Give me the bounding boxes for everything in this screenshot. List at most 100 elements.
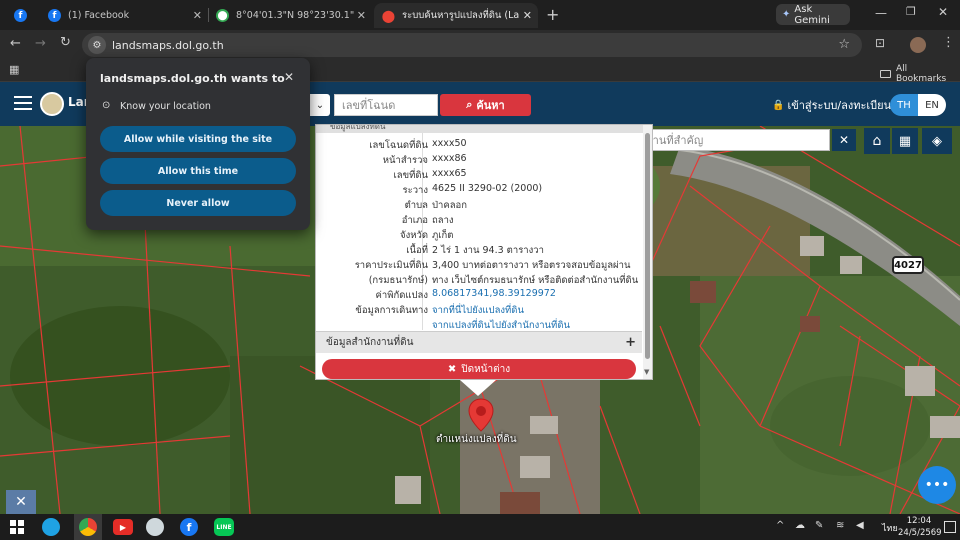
taskbar-chrome-active[interactable] [74, 514, 102, 540]
row-value: 4625 II 3290-02 (2000) [432, 183, 543, 194]
never-allow-button[interactable]: Never allow [100, 190, 296, 216]
notification-icon[interactable] [944, 521, 956, 533]
allow-while-visiting-label: Allow while visiting the site [123, 133, 273, 145]
location-pin-icon[interactable] [468, 398, 494, 432]
close-icon[interactable]: ✕ [284, 70, 294, 84]
apps-grid-icon[interactable]: ▦ [9, 63, 19, 76]
allow-while-visiting-button[interactable]: Allow while visiting the site [100, 126, 296, 152]
address-bar[interactable]: ⚙ landsmaps.dol.go.th ☆ [82, 33, 862, 57]
wifi-icon[interactable]: ≋ [836, 520, 844, 531]
lock-icon: 🔒 [772, 99, 785, 111]
close-tab-icon[interactable]: ✕ [523, 9, 532, 22]
row-value: ภูเก็ต [432, 230, 454, 241]
lang-en-button[interactable]: EN [918, 94, 946, 116]
new-tab-icon[interactable]: + [546, 5, 559, 24]
chat-button[interactable]: ••• [918, 466, 956, 504]
cloud-icon[interactable]: ☁ [795, 520, 805, 531]
row-label: อำเภอ [401, 215, 428, 226]
bookmark-star-icon[interactable]: ☆ [838, 37, 850, 52]
close-window-icon[interactable]: ✕ [938, 5, 948, 19]
search-button-label: ค้นหา [476, 99, 505, 112]
restore-icon[interactable]: ❐ [906, 5, 916, 18]
row-link[interactable]: 8.06817341,98.39129972 [432, 288, 556, 299]
forward-icon[interactable]: → [35, 36, 46, 51]
search-type-dropdown[interactable]: ⌄ [310, 94, 330, 116]
close-tab-icon[interactable]: ✕ [357, 9, 366, 22]
minimize-icon[interactable]: — [875, 6, 887, 20]
parcel-detail-row: อำเภอ ถลาง [316, 213, 642, 227]
tab-google-maps[interactable]: ⬤ 8°04'01.3"N 98°23'30.1"E - Goo ✕ [208, 3, 372, 28]
facebook-icon[interactable]: f [180, 518, 198, 536]
pen-icon[interactable]: ✎ [815, 520, 823, 531]
tab-facebook[interactable]: f (1) Facebook ✕ [40, 3, 208, 28]
location-permission-popup: landsmaps.dol.go.th wants to ✕ ⊙ Know yo… [86, 58, 310, 230]
back-icon[interactable]: ← [10, 36, 21, 51]
search-button[interactable]: ⌕ ค้นหา [440, 94, 531, 116]
allow-this-time-button[interactable]: Allow this time [100, 158, 296, 184]
profile-avatar[interactable] [910, 37, 926, 53]
browser-toolbar: ← → ↻ ⚙ landsmaps.dol.go.th ☆ ⊡ ⋮ [0, 30, 960, 60]
clear-search-button[interactable]: ✕ [832, 129, 856, 151]
expand-plus-icon[interactable]: + [625, 335, 636, 350]
grid-overlay-icon[interactable]: ▦ [892, 128, 918, 154]
layers-icon[interactable]: ◈ [922, 128, 952, 154]
parcel-detail-row: ตำบล ป่าคลอก [316, 198, 642, 212]
facebook-icon: f [14, 9, 27, 22]
youtube-icon[interactable]: ▶ [113, 519, 133, 535]
deed-number-input[interactable]: เลขที่โฉนด [334, 94, 438, 116]
edge-icon[interactable] [42, 518, 60, 536]
input-language[interactable]: ไทย [882, 521, 898, 535]
site-info-icon[interactable]: ⚙ [88, 36, 106, 54]
permission-title: landsmaps.dol.go.th wants to [100, 72, 285, 85]
row-value: xxxx50 [432, 138, 467, 149]
windows-start-icon[interactable] [10, 520, 24, 534]
lang-th-button[interactable]: TH [890, 94, 918, 116]
all-bookmarks-button[interactable]: All Bookmarks [880, 64, 960, 84]
app-icon[interactable] [146, 518, 164, 536]
scroll-down-icon[interactable]: ▼ [644, 368, 649, 376]
google-lens-icon[interactable]: ⊡ [875, 36, 885, 50]
tab-landsmaps[interactable]: ⬤ ระบบค้นหารูปแปลงที่ดิน (LandsMap ✕ [374, 3, 538, 28]
chrome-icon [79, 518, 97, 536]
row-label: หน้าสำรวจ [382, 155, 428, 166]
row-value: xxxx86 [432, 153, 467, 164]
reload-icon[interactable]: ↻ [60, 35, 71, 50]
ask-gemini-label: Ask Gemini [794, 3, 830, 26]
row-link[interactable]: จากที่นี่ไปยังแปลงที่ดิน [432, 303, 524, 318]
parcel-detail-row: ค่าพิกัดแปลง 8.06817341,98.39129972 [316, 288, 642, 302]
tab-title: ระบบค้นหารูปแปลงที่ดิน (LandsMap [402, 10, 520, 21]
line-icon[interactable]: LINE [214, 518, 234, 536]
login-link[interactable]: 🔒 เข้าสู่ระบบ/ลงทะเบียน [772, 96, 891, 114]
row-label: ข้อมูลการเดินทาง [355, 305, 428, 316]
row-label: จังหวัด [400, 230, 428, 241]
ask-gemini-button[interactable]: ✦ Ask Gemini [776, 3, 850, 26]
row-label: ตำบล [404, 200, 428, 211]
facebook-icon: f [48, 9, 61, 22]
clock-time[interactable]: 12:04 [904, 516, 934, 526]
row-label: เลขโฉนดที่ดิน [369, 140, 428, 151]
dol-logo [40, 92, 64, 116]
volume-icon[interactable]: ◀ [856, 520, 864, 531]
scrollbar-thumb[interactable] [645, 133, 650, 359]
clock-date[interactable]: 24/5/2569 [898, 528, 942, 538]
close-icon: ✖ [447, 363, 457, 375]
parcel-detail-row: ระวาง 4625 II 3290-02 (2000) [316, 183, 642, 197]
tray-chevron-icon[interactable]: ^ [776, 520, 784, 531]
row-value: ป่าคลอก [432, 200, 467, 211]
deed-number-placeholder: เลขที่โฉนด [342, 99, 396, 112]
home-icon[interactable]: ⌂ [864, 128, 890, 154]
panel-scrollbar[interactable]: ▼ [643, 125, 652, 379]
close-window-button[interactable]: ✖ ปิดหน้าต่าง [322, 359, 636, 379]
row-value: 2 ไร่ 1 งาน 94.3 ตารางวา [432, 245, 544, 256]
parcel-detail-row: หน้าสำรวจ xxxx86 [316, 153, 642, 167]
row-label: เนื้อที่ [406, 245, 428, 256]
tab-pinned-facebook[interactable]: f [6, 3, 40, 28]
land-office-section[interactable]: ข้อมูลสำนักงานที่ดิน + [316, 331, 642, 353]
menu-dots-icon[interactable]: ⋮ [942, 35, 955, 50]
measure-tool-icon[interactable]: ✕ [6, 490, 36, 514]
url-text: landsmaps.dol.go.th [112, 38, 224, 52]
tab-title: 8°04'01.3"N 98°23'30.1"E - Goo [236, 10, 354, 21]
hamburger-menu-icon[interactable] [14, 96, 32, 110]
close-tab-icon[interactable]: ✕ [193, 9, 202, 22]
marker-label: ตำแหน่งแปลงที่ดิน [436, 434, 517, 445]
